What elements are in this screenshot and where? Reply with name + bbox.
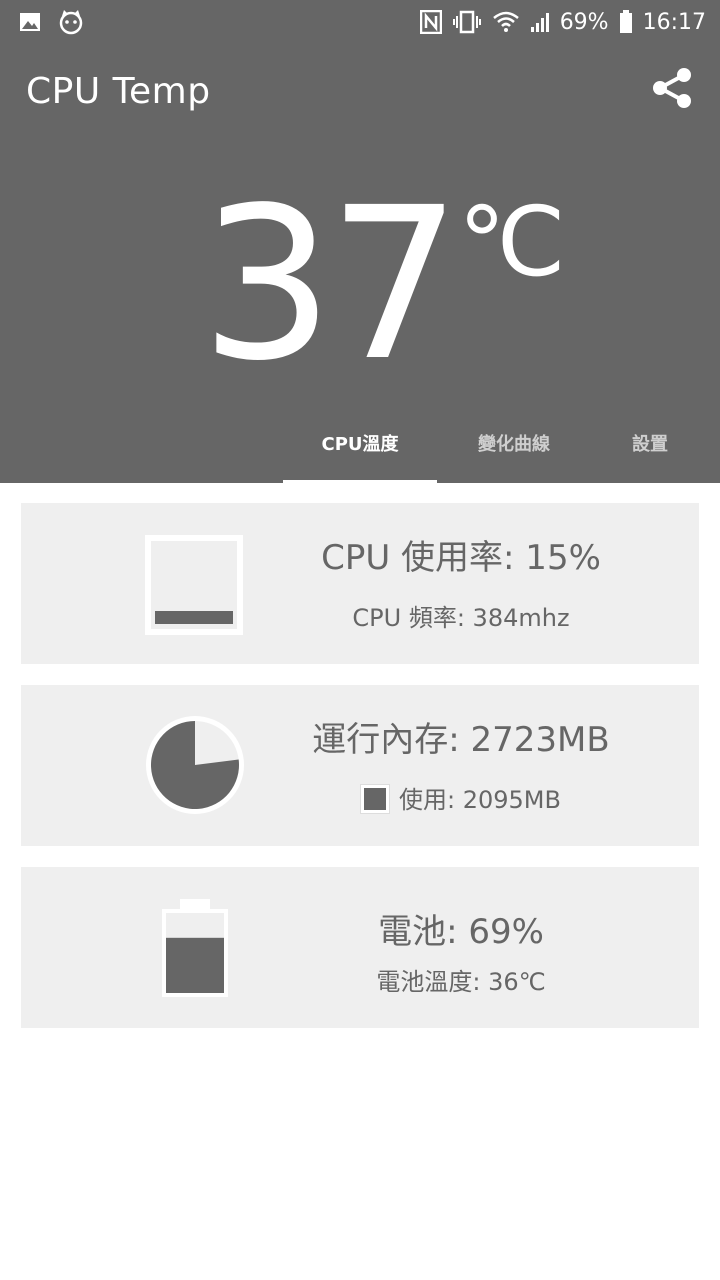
cpu-usage-bar <box>155 611 233 624</box>
app-header: 69% 16:17 CPU Temp 37 ℃ CPU溫度 變化曲線 設置 <box>0 0 720 484</box>
temperature-unit: ℃ <box>458 186 566 298</box>
nfc-icon <box>419 10 442 34</box>
share-button[interactable] <box>648 64 696 112</box>
battery-icon <box>619 10 633 34</box>
tab-settings[interactable]: 設置 <box>591 418 709 480</box>
tab-indicator <box>283 480 437 484</box>
vibrate-icon <box>452 10 482 34</box>
tab-bar: CPU溫度 變化曲線 設置 <box>0 418 720 484</box>
cpu-usage-title: CPU 使用率: 15% <box>321 538 601 578</box>
battery-title: 電池: 69% <box>378 912 544 952</box>
cpu-frequency: CPU 頻率: 384mhz <box>352 604 570 632</box>
memory-title: 運行內存: 2723MB <box>312 720 610 760</box>
cpu-usage-card[interactable]: CPU 使用率: 15% CPU 頻率: 384mhz <box>21 503 699 664</box>
image-icon <box>18 10 42 34</box>
wifi-icon <box>492 10 520 34</box>
signal-icon <box>530 11 550 33</box>
cat-icon <box>58 9 84 35</box>
battery-card[interactable]: 電池: 69% 電池溫度: 36℃ <box>21 867 699 1028</box>
memory-card[interactable]: 運行內存: 2723MB 使用: 2095MB <box>21 685 699 846</box>
memory-used-row: 使用: 2095MB <box>251 784 671 816</box>
tab-cpu-temp[interactable]: CPU溫度 <box>283 418 437 480</box>
tab-change-curve[interactable]: 變化曲線 <box>437 418 591 480</box>
temperature-display: 37 ℃ <box>0 180 720 400</box>
memory-used: 使用: 2095MB <box>399 786 561 814</box>
used-legend-swatch <box>360 784 391 814</box>
share-icon <box>653 68 691 108</box>
battery-fill <box>166 937 224 993</box>
cpu-usage-icon <box>144 534 246 640</box>
status-bar: 69% 16:17 <box>0 0 720 44</box>
battery-level-icon <box>160 897 230 1003</box>
clock: 16:17 <box>642 9 706 35</box>
battery-temperature: 電池溫度: 36℃ <box>376 968 546 996</box>
temperature-value: 37 <box>200 162 461 407</box>
memory-pie-icon <box>144 714 246 820</box>
app-title: CPU Temp <box>26 71 211 112</box>
battery-percent: 69% <box>559 9 609 35</box>
